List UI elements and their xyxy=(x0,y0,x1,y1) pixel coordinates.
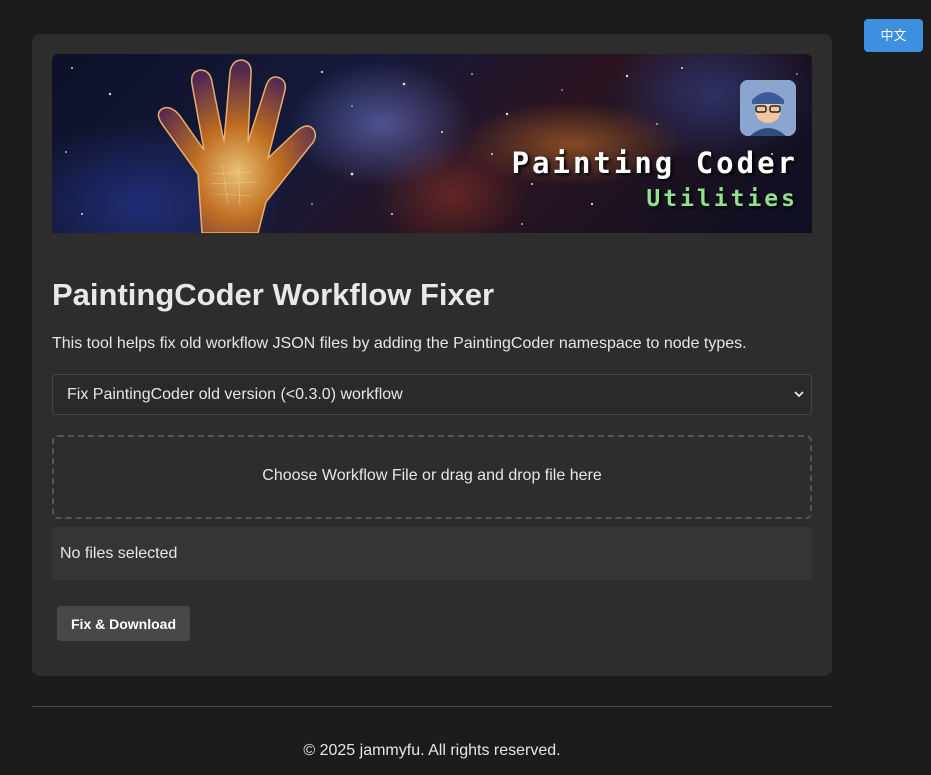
dropzone-label: Choose Workflow File or drag and drop fi… xyxy=(262,467,602,484)
avatar xyxy=(740,80,796,136)
footer-copyright: © 2025 jammyfu. All rights reserved. xyxy=(303,742,561,759)
page-description: This tool helps fix old workflow JSON fi… xyxy=(52,335,747,352)
file-dropzone[interactable]: Choose Workflow File or drag and drop fi… xyxy=(52,435,812,519)
main-card: Painting Coder Utilities PaintingCoder W… xyxy=(32,34,832,676)
workflow-version-select[interactable]: Fix PaintingCoder old version (<0.3.0) w… xyxy=(52,374,812,415)
chevron-down-icon xyxy=(794,391,804,398)
header-banner-image: Painting Coder Utilities xyxy=(52,54,812,233)
brand-title: Painting Coder xyxy=(511,146,798,180)
brand-subtitle: Utilities xyxy=(646,186,798,212)
file-status-panel: No files selected xyxy=(52,527,812,580)
page-title: PaintingCoder Workflow Fixer xyxy=(52,277,495,312)
language-toggle-button[interactable]: 中文 xyxy=(864,19,923,52)
file-status-text: No files selected xyxy=(60,545,178,562)
fix-and-download-button[interactable]: Fix & Download xyxy=(57,606,190,641)
select-value: Fix PaintingCoder old version (<0.3.0) w… xyxy=(67,386,403,403)
footer-divider xyxy=(32,706,832,707)
